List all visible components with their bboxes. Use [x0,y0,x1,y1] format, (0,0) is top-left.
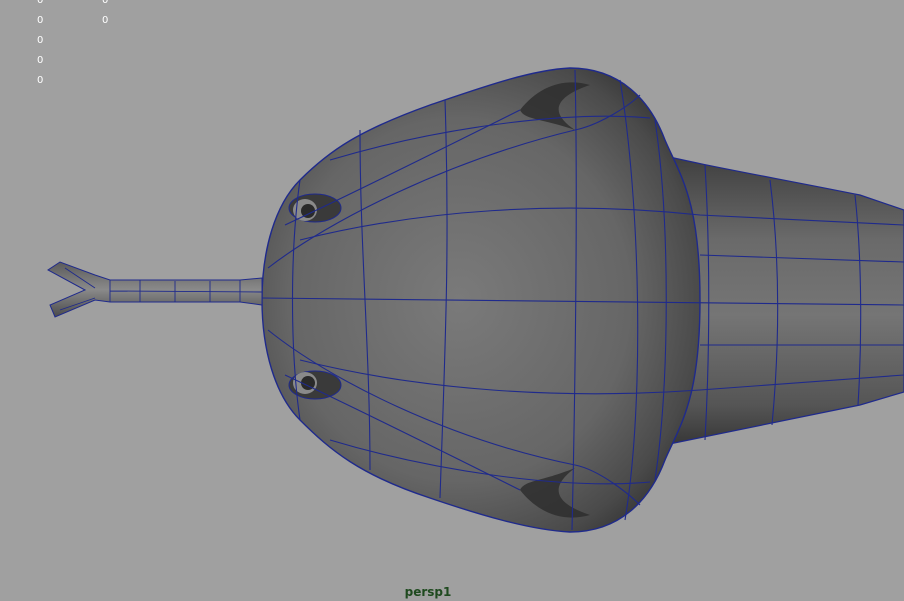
hud-value: 0 [37,75,44,86]
hud-value: 0 [37,0,44,6]
tongue-mesh [47,261,263,318]
hud-value: 0 [102,0,109,6]
hud-stats-left: 0 0 0 0 0 [37,0,43,96]
snake-head-mesh[interactable] [0,0,904,601]
perspective-viewport[interactable]: 0 0 0 0 0 0 0 persp1 [0,0,904,601]
hud-value: 0 [37,35,44,46]
hud-stats-right: 0 0 [102,0,108,36]
hud-value: 0 [102,15,109,26]
hud-value: 0 [37,15,44,26]
camera-name-label: persp1 [404,585,452,599]
hud-value: 0 [37,55,44,66]
